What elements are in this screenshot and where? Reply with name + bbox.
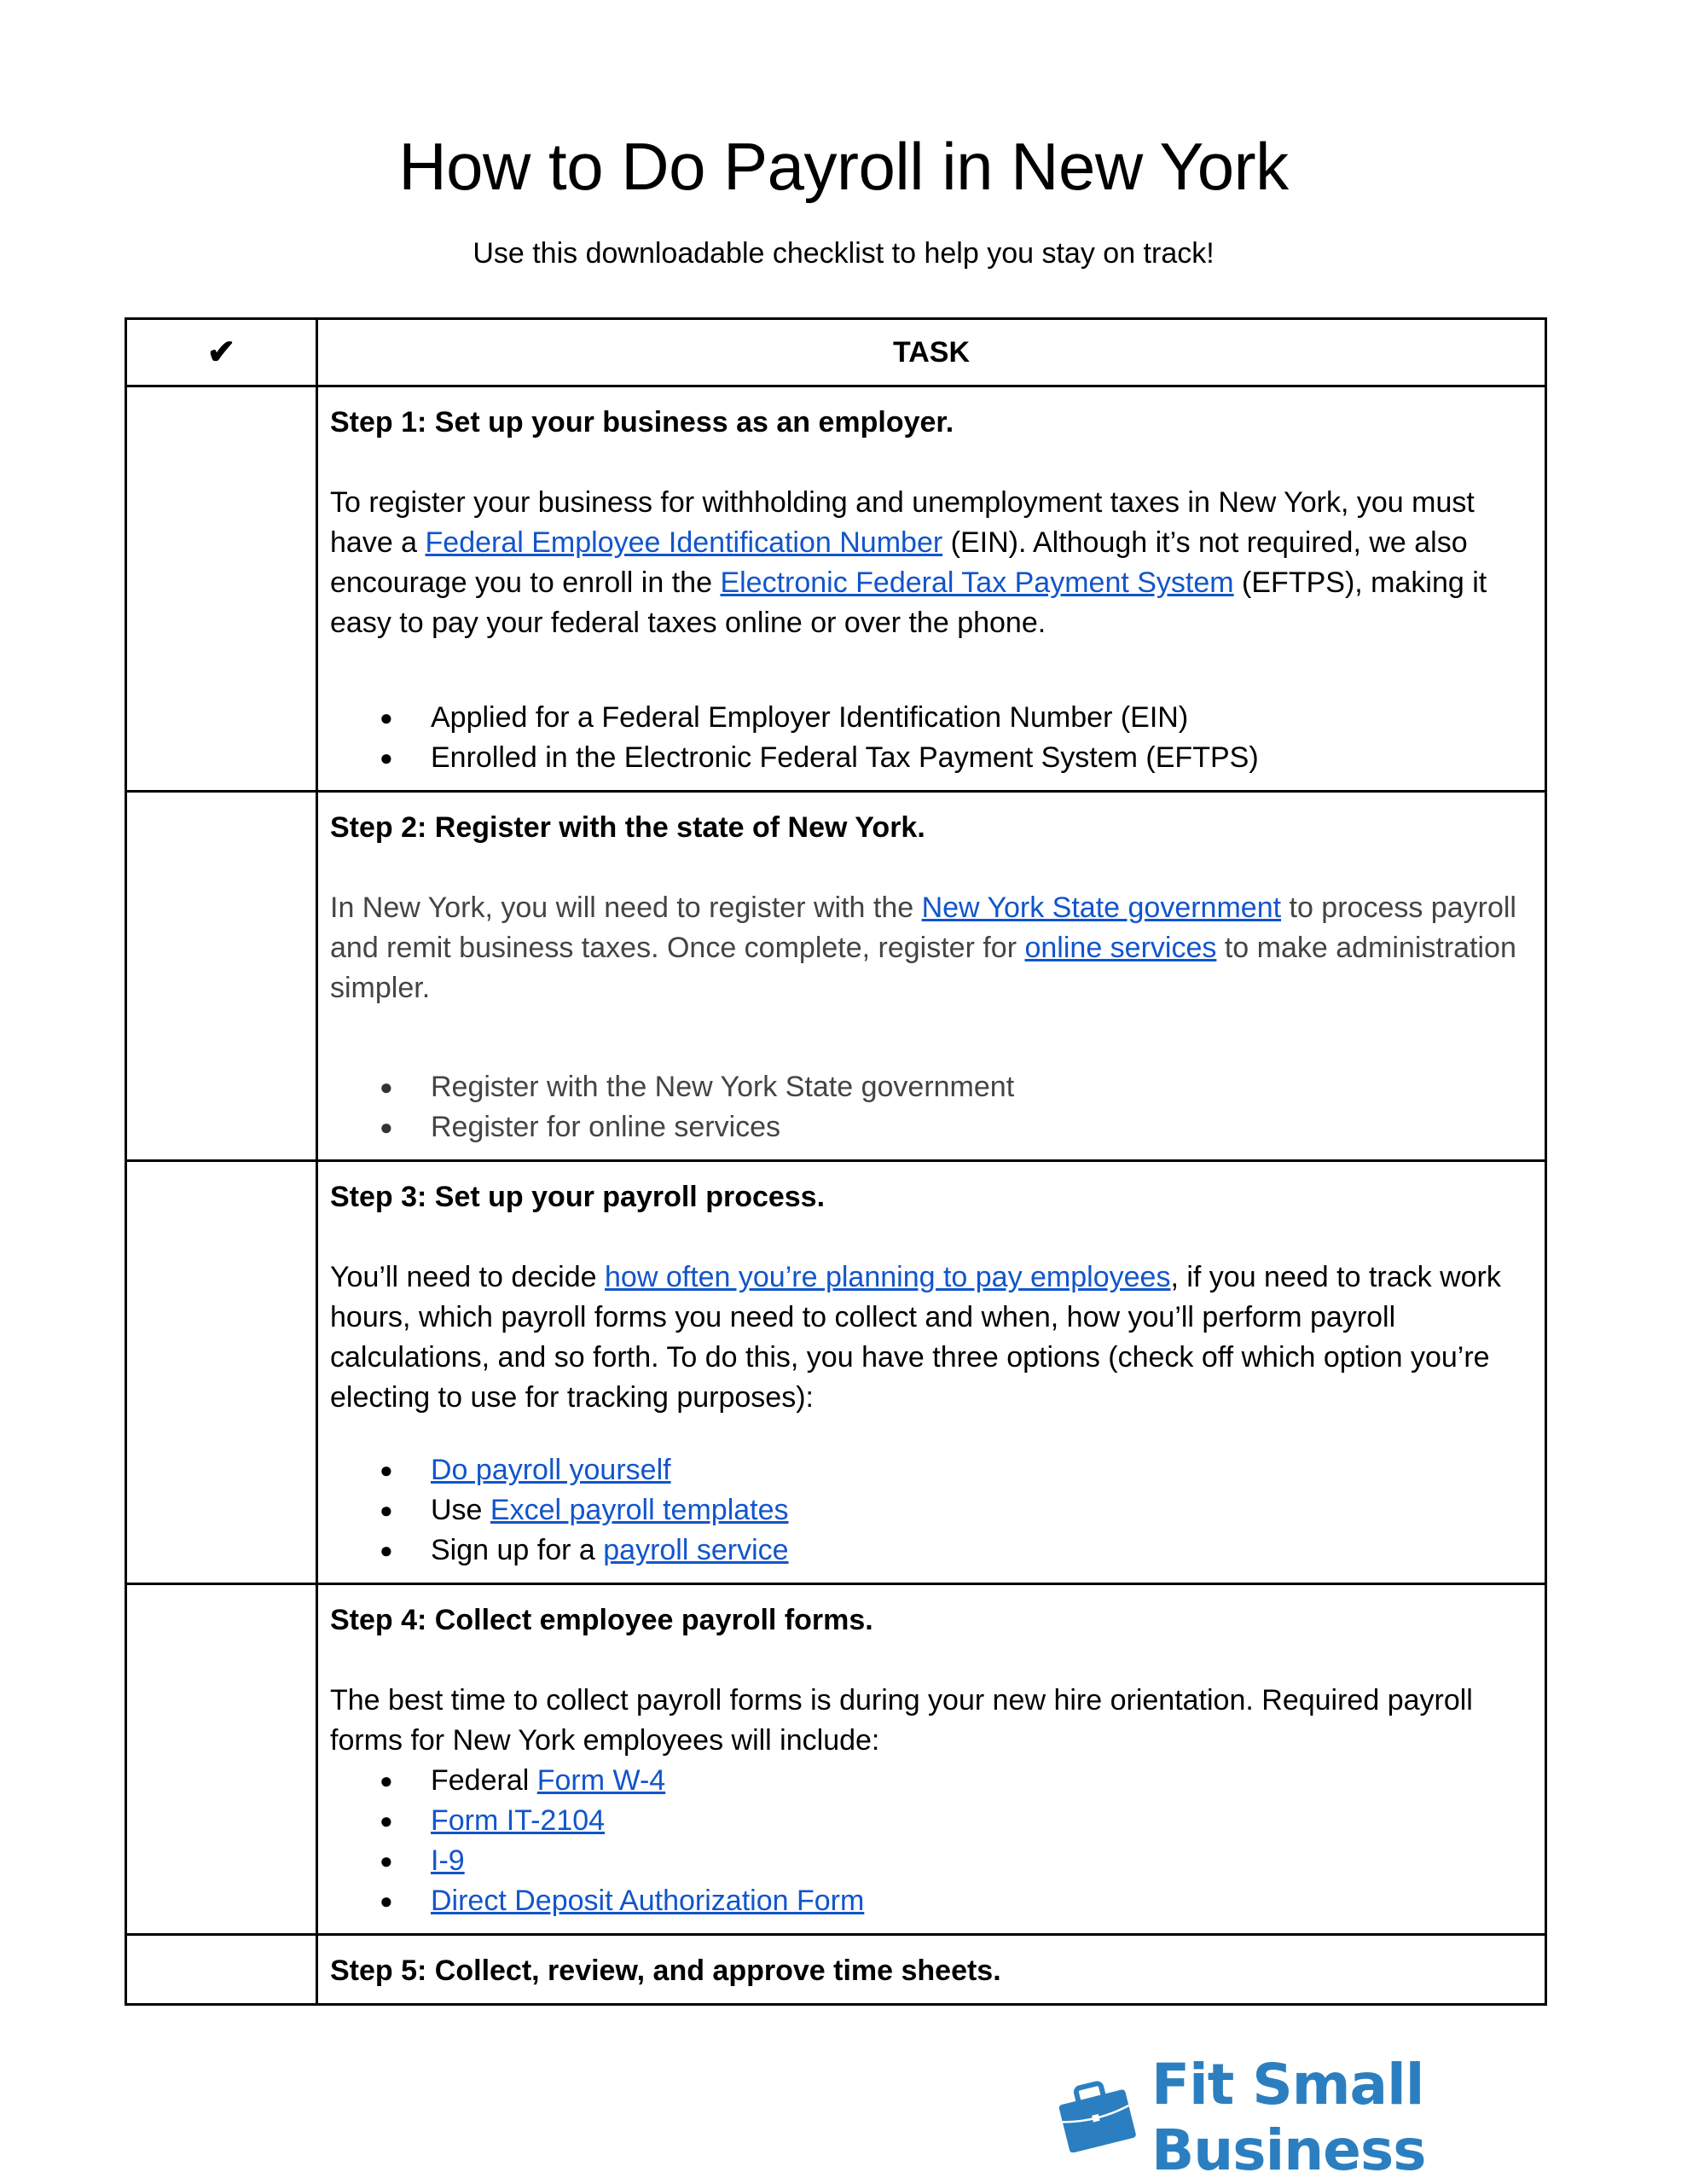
payroll-service-link[interactable]: payroll service xyxy=(603,1534,788,1566)
list-item: Form IT-2104 xyxy=(380,1801,1531,1841)
list-item: Use Excel payroll templates xyxy=(380,1490,1531,1531)
check-cell[interactable] xyxy=(125,1933,318,2006)
check-cell[interactable] xyxy=(125,385,318,793)
table-row-step-1: Step 1: Set up your business as an emplo… xyxy=(125,385,1547,793)
check-cell[interactable] xyxy=(125,1159,318,1585)
step-description: To register your business for withholdin… xyxy=(330,483,1531,643)
do-payroll-yourself-link[interactable]: Do payroll yourself xyxy=(431,1454,671,1486)
pay-frequency-link[interactable]: how often you’re planning to pay employe… xyxy=(605,1261,1170,1293)
task-cell: Step 2: Register with the state of New Y… xyxy=(316,790,1547,1162)
step-description: The best time to collect payroll forms i… xyxy=(330,1684,1473,1757)
list-item: I-9 xyxy=(380,1841,1531,1881)
list-item: Federal Form W-4 xyxy=(380,1761,1531,1801)
briefcase-icon xyxy=(1058,2079,1139,2157)
check-cell[interactable] xyxy=(125,1583,318,1936)
table-header-row: ✔ TASK xyxy=(125,317,1547,387)
ein-link[interactable]: Federal Employee Identification Number xyxy=(426,526,943,559)
list-item: Register for online services xyxy=(380,1107,1531,1147)
list-item: Direct Deposit Authorization Form xyxy=(380,1881,1531,1921)
step-checklist: Applied for a Federal Employer Identific… xyxy=(330,698,1531,778)
step-description: In New York, you will need to register w… xyxy=(330,888,1531,1008)
step-title: Step 4: Collect employee payroll forms. xyxy=(330,1604,873,1636)
online-services-link[interactable]: online services xyxy=(1024,932,1216,964)
list-item: Do payroll yourself xyxy=(380,1450,1531,1490)
list-item: Sign up for a payroll service xyxy=(380,1531,1531,1571)
text: In New York, you will need to register w… xyxy=(330,892,922,924)
checkmark-column-header: ✔ xyxy=(125,317,318,387)
page-title: How to Do Payroll in New York xyxy=(398,129,1289,204)
step-title: Step 3: Set up your payroll process. xyxy=(330,1181,826,1213)
list-item: Applied for a Federal Employer Identific… xyxy=(380,698,1531,738)
form-w4-link[interactable]: Form W-4 xyxy=(537,1764,665,1797)
step-options-list: Do payroll yourself Use Excel payroll te… xyxy=(330,1450,1531,1571)
task-cell: Step 4: Collect employee payroll forms. … xyxy=(316,1583,1547,1936)
form-i9-link[interactable]: I-9 xyxy=(431,1844,465,1877)
check-cell[interactable] xyxy=(125,790,318,1162)
table-row-step-4: Step 4: Collect employee payroll forms. … xyxy=(125,1583,1547,1936)
step-checklist: Register with the New York State governm… xyxy=(330,1067,1531,1147)
task-cell: Step 1: Set up your business as an emplo… xyxy=(316,385,1547,793)
table-row-step-2: Step 2: Register with the state of New Y… xyxy=(125,790,1547,1162)
direct-deposit-form-link[interactable]: Direct Deposit Authorization Form xyxy=(431,1885,864,1917)
step-description: You’ll need to decide how often you’re p… xyxy=(330,1258,1531,1418)
task-column-header: TASK xyxy=(316,317,1547,387)
step-title: Step 1: Set up your business as an emplo… xyxy=(330,406,954,439)
form-it2104-link[interactable]: Form IT-2104 xyxy=(431,1804,605,1837)
table-row-step-5: Step 5: Collect, review, and approve tim… xyxy=(125,1933,1547,2006)
checklist-table: ✔ TASK Step 1: Set up your business as a… xyxy=(125,317,1547,2006)
logo-text: Fit Small Business xyxy=(1151,2052,1427,2183)
text: You’ll need to decide xyxy=(330,1261,606,1293)
step-title: Step 5: Collect, review, and approve tim… xyxy=(330,1955,1001,1987)
list-item: Register with the New York State governm… xyxy=(380,1067,1531,1107)
fit-small-business-logo: Fit Small Business xyxy=(1058,2052,1687,2183)
forms-list: Federal Form W-4 Form IT-2104 I-9 Direct… xyxy=(330,1761,1531,1921)
list-item: Enrolled in the Electronic Federal Tax P… xyxy=(380,738,1531,778)
step-title: Step 2: Register with the state of New Y… xyxy=(330,811,925,844)
table-row-step-3: Step 3: Set up your payroll process. You… xyxy=(125,1159,1547,1585)
page-subtitle: Use this downloadable checklist to help … xyxy=(472,237,1215,270)
eftps-link[interactable]: Electronic Federal Tax Payment System xyxy=(720,566,1233,599)
nys-government-link[interactable]: New York State government xyxy=(922,892,1281,924)
excel-templates-link[interactable]: Excel payroll templates xyxy=(490,1494,789,1526)
text: Federal xyxy=(431,1764,537,1797)
text: Sign up for a xyxy=(431,1534,604,1566)
task-cell: Step 5: Collect, review, and approve tim… xyxy=(316,1933,1547,2006)
text: Use xyxy=(431,1494,490,1526)
task-cell: Step 3: Set up your payroll process. You… xyxy=(316,1159,1547,1585)
